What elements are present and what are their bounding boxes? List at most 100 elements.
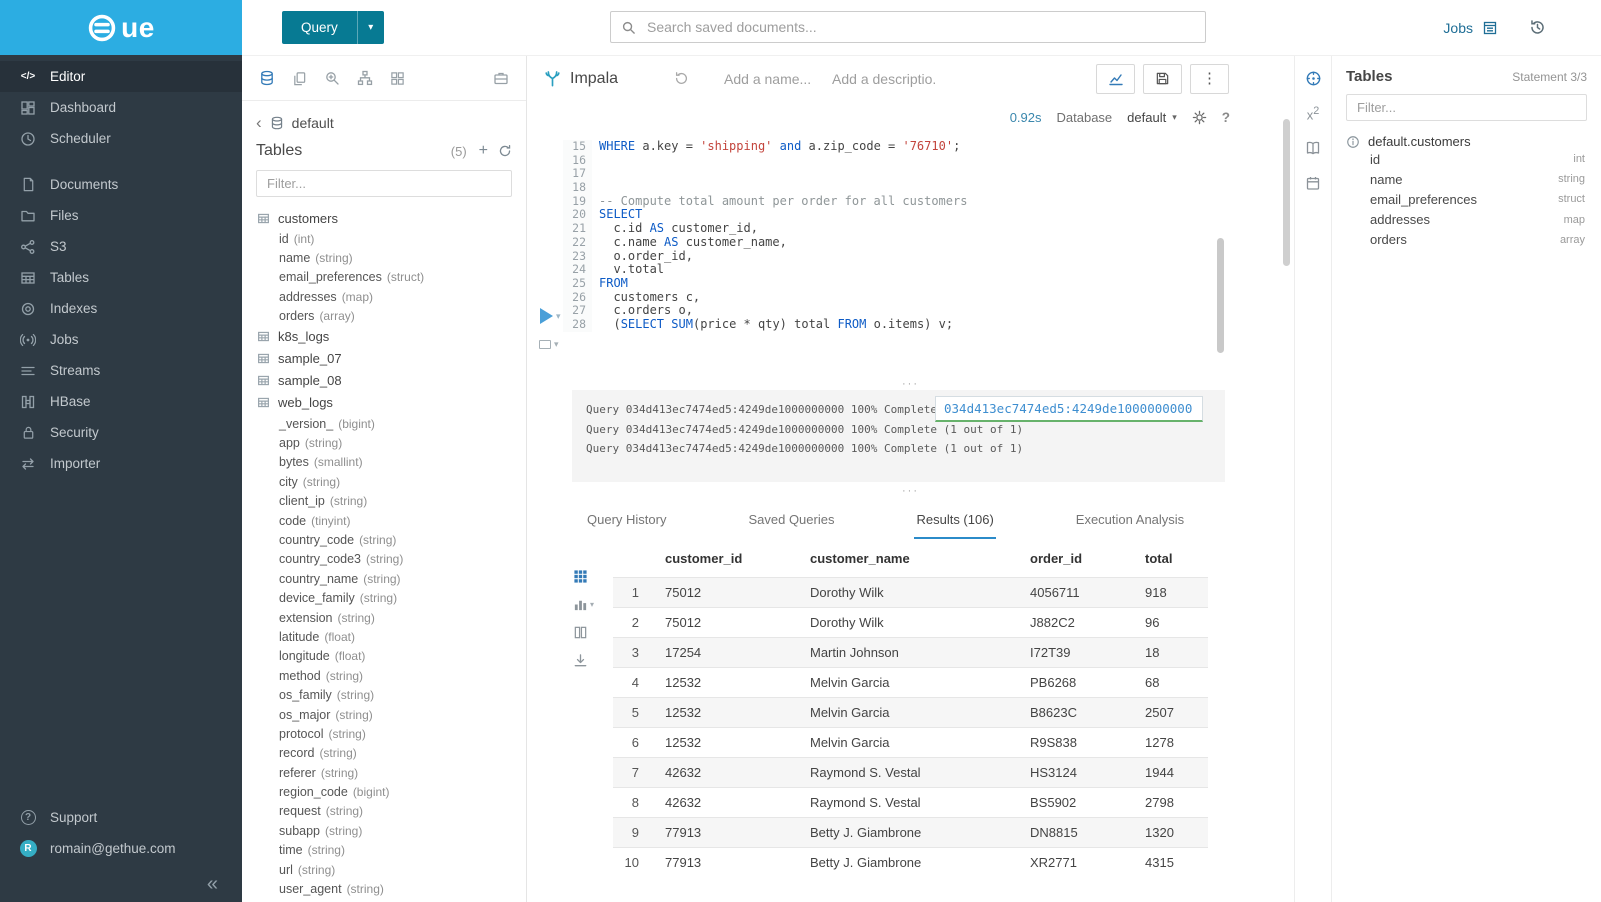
back-chevron-icon[interactable]: ‹	[256, 114, 262, 131]
assist-column[interactable]: city (string)	[257, 472, 526, 491]
add-table-icon[interactable]: +	[479, 143, 488, 159]
assist-column[interactable]: code (tinyint)	[257, 511, 526, 530]
assist-column[interactable]: bytes (smallint)	[257, 453, 526, 472]
table-column-row[interactable]: email_preferences struct	[1346, 189, 1587, 209]
result-row[interactable]: 1 75012 Dorothy Wilk 4056711 918	[613, 578, 1208, 608]
result-row[interactable]: 5 12532 Melvin Garcia B8623C 2507	[613, 698, 1208, 728]
apps-grid-icon[interactable]	[390, 71, 405, 86]
assist-column[interactable]: record (string)	[257, 744, 526, 763]
assist-filter[interactable]	[256, 170, 512, 197]
query-history-icon[interactable]	[674, 71, 689, 86]
history-icon[interactable]	[1529, 19, 1546, 36]
active-table-name[interactable]: default.customers	[1368, 134, 1471, 149]
assist-column[interactable]: country_name (string)	[257, 569, 526, 588]
settings-gear-icon[interactable]	[1192, 110, 1207, 125]
databases-source-icon[interactable]	[259, 70, 275, 86]
chart-button[interactable]	[1096, 64, 1135, 94]
assist-column[interactable]: region_code (bigint)	[257, 782, 526, 801]
result-row[interactable]: 8 42632 Raymond S. Vestal BS5902 2798	[613, 788, 1208, 818]
sidebar-item-streams[interactable]: Streams	[0, 355, 242, 386]
global-search[interactable]	[610, 11, 1206, 43]
assist-column[interactable]: orders (array)	[257, 307, 526, 326]
sidebar-item-s3[interactable]: S3	[0, 231, 242, 262]
columns-view-icon[interactable]	[573, 625, 588, 640]
result-row[interactable]: 4 12532 Melvin Garcia PB6268 68	[613, 668, 1208, 698]
sidebar-item-user[interactable]: R romain@gethue.com	[0, 833, 242, 864]
assist-column[interactable]: country_code (string)	[257, 530, 526, 549]
column-header[interactable]: total	[1135, 542, 1208, 578]
zoom-in-icon[interactable]	[324, 70, 340, 86]
assist-column[interactable]: referer (string)	[257, 763, 526, 782]
jobs-icon[interactable]	[1482, 20, 1498, 36]
editor-scrollbar-thumb[interactable]	[1217, 238, 1224, 353]
query-button[interactable]: Query	[282, 11, 357, 44]
result-row[interactable]: 10 77913 Betty J. Giambrone XR2771 4315	[613, 848, 1208, 878]
database-select[interactable]: default ▾	[1127, 110, 1177, 125]
resize-handle-dots[interactable]: ···	[527, 487, 1294, 497]
sidebar-item-security[interactable]: Security	[0, 417, 242, 448]
chart-view-icon[interactable]: ▾	[573, 597, 594, 612]
statement-options-button[interactable]: ▾	[539, 339, 559, 350]
briefcase-icon[interactable]	[493, 70, 509, 86]
current-database[interactable]: default	[292, 115, 334, 131]
assist-column[interactable]: client_ip (string)	[257, 492, 526, 511]
tab-saved-queries[interactable]: Saved Queries	[746, 503, 836, 539]
assist-column[interactable]: subapp (string)	[257, 821, 526, 840]
query-dropdown-button[interactable]: ▾	[357, 11, 384, 44]
main-scrollbar-thumb[interactable]	[1283, 119, 1290, 266]
sidebar-item-tables[interactable]: Tables	[0, 262, 242, 293]
download-icon[interactable]	[573, 653, 588, 668]
assist-table-web-logs[interactable]: web_logs	[257, 392, 526, 414]
table-column-row[interactable]: addresses map	[1346, 210, 1587, 230]
sidebar-item-hbase[interactable]: HBase	[0, 386, 242, 417]
assist-column[interactable]: app (string)	[257, 433, 526, 452]
refresh-icon[interactable]	[498, 144, 512, 158]
sidebar-item-support[interactable]: ? Support	[0, 802, 242, 833]
tab-execution-analysis[interactable]: Execution Analysis	[1074, 503, 1186, 539]
query-id-popover[interactable]: 034d413ec7474ed5:4249de1000000000	[935, 396, 1203, 422]
assist-column[interactable]: url (string)	[257, 860, 526, 879]
assist-column[interactable]: time (string)	[257, 841, 526, 860]
collapse-sidebar-button[interactable]: «	[0, 864, 242, 894]
column-header[interactable]: customer_id	[655, 542, 800, 578]
assist-column[interactable]: id (int)	[257, 229, 526, 248]
assist-column[interactable]: protocol (string)	[257, 724, 526, 743]
assist-column[interactable]: user_agent (string)	[257, 879, 526, 898]
info-icon[interactable]	[1346, 135, 1360, 149]
sitemap-icon[interactable]	[357, 70, 373, 86]
documents-source-icon[interactable]	[292, 71, 307, 86]
query-name-input[interactable]	[722, 70, 818, 88]
sidebar-item-indexes[interactable]: Indexes	[0, 293, 242, 324]
tab-results[interactable]: Results (106)	[914, 503, 995, 539]
sidebar-item-scheduler[interactable]: Scheduler	[0, 123, 242, 154]
assist-column[interactable]: longitude (float)	[257, 647, 526, 666]
sidebar-item-jobs[interactable]: Jobs	[0, 324, 242, 355]
sidebar-item-files[interactable]: Files	[0, 200, 242, 231]
column-header[interactable]: order_id	[1020, 542, 1135, 578]
sidebar-item-importer[interactable]: Importer	[0, 448, 242, 479]
active-table-row[interactable]: default.customers	[1346, 134, 1587, 149]
result-row[interactable]: 2 75012 Dorothy Wilk J882C2 96	[613, 608, 1208, 638]
assist-column[interactable]: name (string)	[257, 248, 526, 267]
assist-filter-input[interactable]	[265, 175, 503, 192]
assist-column[interactable]: device_family (string)	[257, 588, 526, 607]
calendar-icon[interactable]	[1305, 175, 1321, 191]
editor-assistant-icon[interactable]	[1305, 70, 1322, 87]
assist-column[interactable]: country_code3 (string)	[257, 550, 526, 569]
result-row[interactable]: 7 42632 Raymond S. Vestal HS3124 1944	[613, 758, 1208, 788]
jobs-link[interactable]: Jobs	[1443, 20, 1473, 36]
sidebar-item-editor[interactable]: </> Editor	[0, 61, 242, 92]
assist-column[interactable]: email_preferences (struct)	[257, 268, 526, 287]
assist-column[interactable]: extension (string)	[257, 608, 526, 627]
assist-column[interactable]: os_family (string)	[257, 685, 526, 704]
search-input[interactable]	[645, 18, 1195, 36]
code-lines[interactable]: WHERE a.key = 'shipping' and a.zip_code …	[599, 140, 1199, 332]
table-column-row[interactable]: orders array	[1346, 230, 1587, 250]
assist-column[interactable]: _version_ (bigint)	[257, 414, 526, 433]
result-row[interactable]: 9 77913 Betty J. Giambrone DN8815 1320	[613, 818, 1208, 848]
assist-column[interactable]: request (string)	[257, 802, 526, 821]
more-actions-button[interactable]: ⋮	[1190, 64, 1229, 94]
grid-view-icon[interactable]	[573, 569, 588, 584]
result-row[interactable]: 6 12532 Melvin Garcia R9S838 1278	[613, 728, 1208, 758]
table-column-row[interactable]: id int	[1346, 149, 1587, 169]
